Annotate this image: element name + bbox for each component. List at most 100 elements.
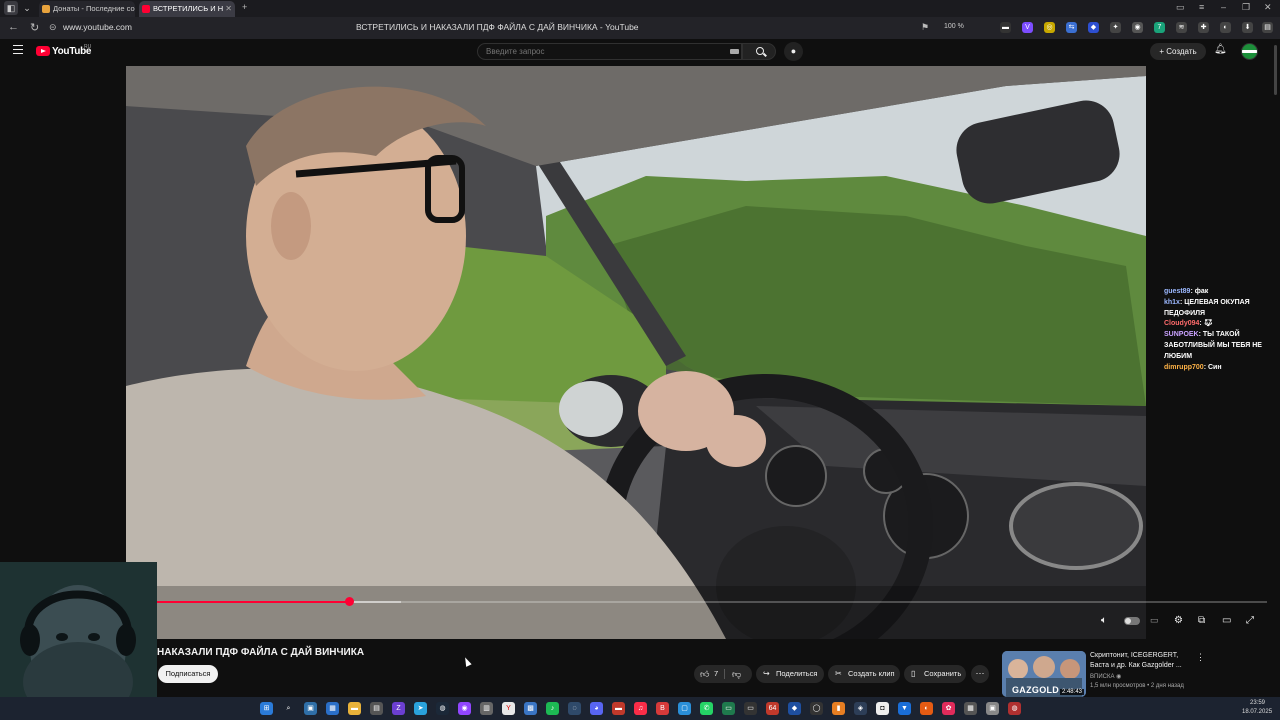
- tab-list-chevron-icon[interactable]: ⌄: [20, 1, 34, 15]
- search-button[interactable]: [742, 43, 776, 60]
- extension-5-icon[interactable]: ◆: [1088, 22, 1099, 33]
- extension-8-icon[interactable]: 7: [1154, 22, 1165, 33]
- spotify-icon[interactable]: ♪: [546, 702, 559, 715]
- app-gray-icon[interactable]: ▣: [986, 702, 999, 715]
- task-view-icon[interactable]: ▣: [304, 702, 317, 715]
- recommended-video-title[interactable]: Скриптонит, ICEGERGERT, Баста и др. Как …: [1090, 651, 1190, 670]
- keyboard-icon[interactable]: [730, 49, 739, 54]
- search-input[interactable]: [477, 43, 742, 60]
- extension-7-icon[interactable]: ◉: [1132, 22, 1143, 33]
- app-violet-icon[interactable]: Z: [392, 702, 405, 715]
- subtitles-icon[interactable]: ▭: [1150, 615, 1159, 626]
- firefox-icon[interactable]: ◐: [920, 702, 933, 715]
- extension-1-icon[interactable]: ▬: [1000, 22, 1011, 33]
- bookmark-icon[interactable]: ⚑: [921, 22, 929, 33]
- youtube-logo-icon[interactable]: [36, 46, 50, 56]
- discord-icon[interactable]: ◕: [590, 702, 603, 715]
- browser-main-menu-icon[interactable]: ≡: [1199, 2, 1204, 12]
- extensions-puzzle-icon[interactable]: ✚: [1198, 22, 1209, 33]
- notifications-bell-icon[interactable]: 🔔︎: [1214, 44, 1227, 55]
- create-button[interactable]: + Создать: [1150, 43, 1206, 60]
- recommended-video-thumbnail[interactable]: GAZGOLD 2:48:43: [1002, 651, 1086, 697]
- avatar[interactable]: [1241, 43, 1258, 60]
- tab-youtube-active[interactable]: ВСТРЕТИЛИСЬ И Н ✕: [139, 1, 235, 17]
- start-windows-icon[interactable]: ⊞: [260, 702, 273, 715]
- hamburger-menu-icon[interactable]: [13, 45, 23, 54]
- minimize-icon[interactable]: –: [1221, 2, 1226, 12]
- tab-donations[interactable]: Донаты - Последние сос: [39, 1, 135, 17]
- url-field[interactable]: www.youtube.com: [63, 22, 132, 32]
- recommendation-menu-icon[interactable]: ⋮: [1196, 652, 1205, 663]
- downloads-icon[interactable]: ⬇: [1242, 22, 1253, 33]
- app-grid-icon[interactable]: ▦: [964, 702, 977, 715]
- reload-icon[interactable]: ↻: [30, 21, 39, 34]
- app-chat-icon[interactable]: ▢: [678, 702, 691, 715]
- taskbar-clock-date[interactable]: 18.07.2025: [1242, 709, 1272, 715]
- twitch-icon[interactable]: ◉: [458, 702, 471, 715]
- app-pink-icon[interactable]: ✿: [942, 702, 955, 715]
- donation-favicon-icon: [42, 5, 50, 13]
- subscribe-button[interactable]: Подписаться: [158, 665, 218, 683]
- widgets-icon[interactable]: ▦: [326, 702, 339, 715]
- whatsapp-icon[interactable]: ✆: [700, 702, 713, 715]
- app-red-icon[interactable]: ▬: [612, 702, 625, 715]
- autoplay-toggle[interactable]: [1124, 617, 1140, 625]
- fullscreen-icon[interactable]: ⤢: [1246, 615, 1254, 626]
- app-dark-red-icon[interactable]: ◍: [1008, 702, 1021, 715]
- app-green-icon[interactable]: ▭: [722, 702, 735, 715]
- extension-2-icon[interactable]: V: [1022, 22, 1033, 33]
- app-vs-icon[interactable]: ◆: [788, 702, 801, 715]
- calendar-icon[interactable]: ▥: [480, 702, 493, 715]
- extension-3-icon[interactable]: ◎: [1044, 22, 1055, 33]
- extension-10-icon[interactable]: ◐: [1220, 22, 1231, 33]
- close-window-icon[interactable]: ✕: [1264, 2, 1272, 13]
- app-network-icon[interactable]: ◈: [854, 702, 867, 715]
- settings-gear-icon[interactable]: ⚙: [1174, 615, 1183, 626]
- theater-mode-icon[interactable]: ▭: [1222, 615, 1231, 626]
- new-tab-plus-icon[interactable]: +: [242, 2, 247, 12]
- extension-4-icon[interactable]: ⇆: [1066, 22, 1077, 33]
- app-blue-icon[interactable]: ▩: [524, 702, 537, 715]
- video-player[interactable]: [126, 66, 1146, 639]
- voice-search-mic-icon[interactable]: ●: [784, 42, 803, 61]
- page-scrollbar[interactable]: [1274, 45, 1277, 95]
- extension-9-icon[interactable]: ≋: [1176, 22, 1187, 33]
- zoom-level[interactable]: 100 %: [944, 23, 964, 30]
- taskbar-search-icon[interactable]: ⌕: [282, 702, 295, 715]
- back-arrow-icon[interactable]: ←: [8, 21, 19, 33]
- save-button[interactable]: ▯ Сохранить: [904, 665, 966, 683]
- app-white-icon[interactable]: ◘: [876, 702, 889, 715]
- app-drop-icon[interactable]: ▼: [898, 702, 911, 715]
- recommended-channel-name[interactable]: ВПИСКА ◉: [1090, 673, 1121, 680]
- volume-icon[interactable]: 🔈︎: [1101, 615, 1107, 626]
- app-icon[interactable]: ▤: [370, 702, 383, 715]
- miniplayer-icon[interactable]: ⧉: [1198, 615, 1205, 626]
- progress-scrubber-handle[interactable]: [345, 597, 354, 606]
- more-actions-icon[interactable]: ⋯: [971, 665, 989, 683]
- app-ring-icon[interactable]: ◯: [810, 702, 823, 715]
- restore-icon[interactable]: ❐: [1242, 2, 1250, 13]
- terminal-icon[interactable]: ▭: [744, 702, 757, 715]
- progress-bar[interactable]: [157, 601, 1267, 603]
- yandex-browser-icon[interactable]: Y: [502, 702, 515, 715]
- site-info-icon[interactable]: ⊝: [49, 22, 57, 33]
- like-thumb-up-icon[interactable]: 👍︎: [700, 665, 709, 683]
- app-counter-icon[interactable]: 64: [766, 702, 779, 715]
- taskbar-clock-time[interactable]: 23:59: [1250, 700, 1265, 706]
- steam-icon[interactable]: ◍: [436, 702, 449, 715]
- extension-6-icon[interactable]: ✦: [1110, 22, 1121, 33]
- app-orange-icon[interactable]: ▮: [832, 702, 845, 715]
- like-count[interactable]: 7: [714, 665, 718, 683]
- dislike-thumb-down-icon[interactable]: 👎︎: [732, 665, 741, 683]
- browser-menu-icon[interactable]: ◧: [4, 1, 18, 15]
- share-button[interactable]: ↪ Поделиться: [756, 665, 824, 683]
- sidebar-icon[interactable]: ▤: [1262, 22, 1273, 33]
- tab-search-icon[interactable]: ▭: [1176, 2, 1185, 13]
- close-tab-icon[interactable]: ✕: [225, 1, 232, 17]
- music-icon[interactable]: ♫: [634, 702, 647, 715]
- clip-button[interactable]: ✂ Создать клип: [828, 665, 900, 683]
- app-globe-icon[interactable]: ◌: [568, 702, 581, 715]
- file-explorer-icon[interactable]: ▬: [348, 702, 361, 715]
- app-b-icon[interactable]: B: [656, 702, 669, 715]
- telegram-icon[interactable]: ➤: [414, 702, 427, 715]
